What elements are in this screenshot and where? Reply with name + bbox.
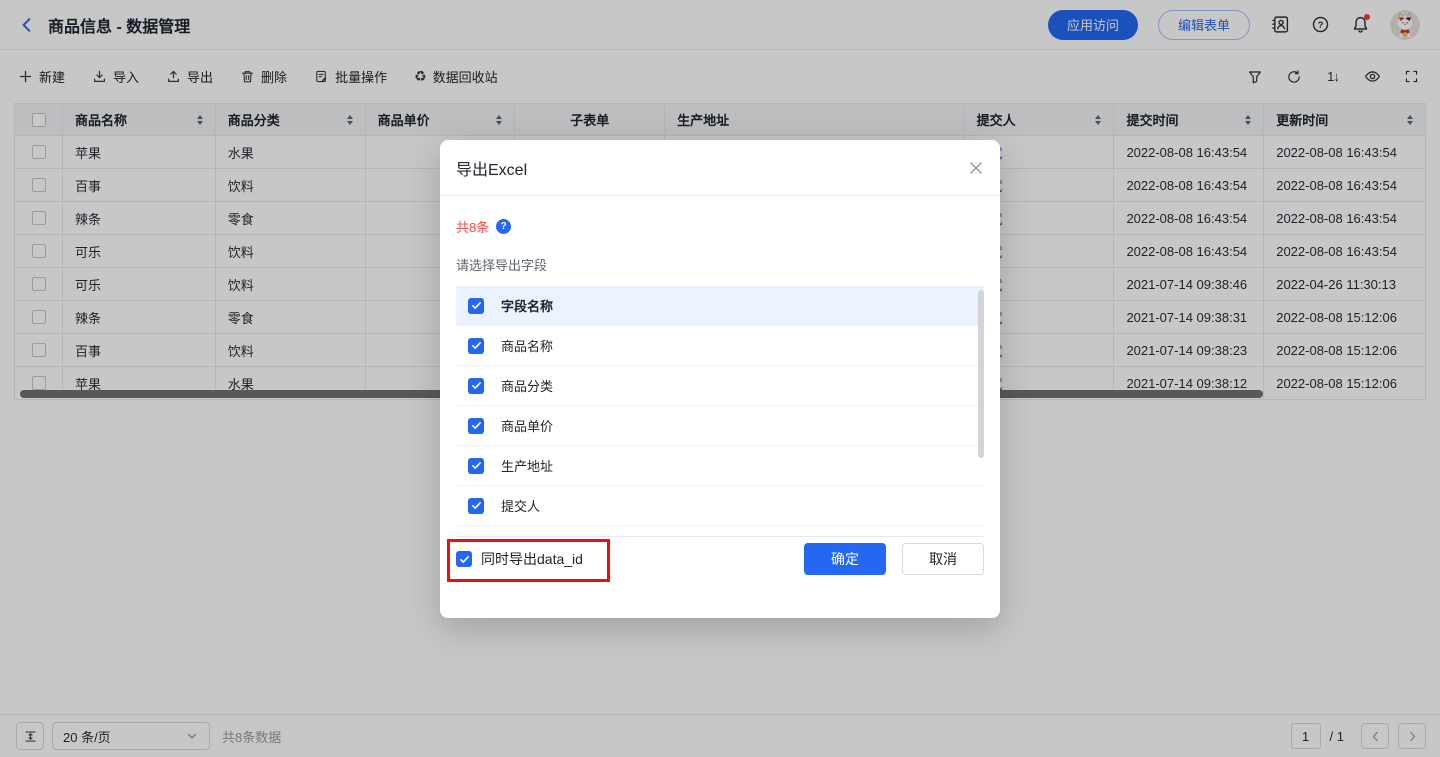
check-icon — [471, 420, 482, 431]
export-data-id-label: 同时导出data_id — [481, 549, 583, 569]
field-label: 商品单价 — [501, 416, 553, 435]
field-label: 商品分类 — [501, 376, 553, 395]
field-label: 生产地址 — [501, 456, 553, 475]
field-label: 商品名称 — [501, 336, 553, 355]
modal-header: 导出Excel — [440, 140, 1000, 196]
cancel-button[interactable]: 取消 — [902, 543, 984, 575]
field-checkbox[interactable] — [468, 338, 484, 354]
check-icon — [471, 380, 482, 391]
modal-title: 导出Excel — [456, 156, 527, 180]
question-circle-icon[interactable]: ? — [496, 219, 511, 234]
check-icon — [471, 340, 482, 351]
export-field-row[interactable]: 生产地址 — [456, 446, 984, 486]
export-hint: 请选择导出字段 — [456, 255, 984, 274]
export-field-row[interactable]: 商品单价 — [456, 406, 984, 446]
field-label: 字段名称 — [501, 296, 553, 315]
check-icon — [471, 460, 482, 471]
export-data-id-checkbox[interactable] — [456, 551, 472, 567]
field-checkbox[interactable] — [468, 458, 484, 474]
app-window: 商品信息 - 数据管理 应用访问 编辑表单 ? — [0, 0, 1440, 757]
field-checkbox[interactable] — [468, 298, 484, 314]
modal-footer: 同时导出data_id 确定 取消 — [456, 543, 984, 575]
export-data-id-option[interactable]: 同时导出data_id — [456, 549, 583, 569]
check-icon — [471, 500, 482, 511]
field-checkbox[interactable] — [468, 418, 484, 434]
list-scrollbar[interactable] — [978, 290, 984, 458]
field-checkbox[interactable] — [468, 378, 484, 394]
field-checkbox[interactable] — [468, 498, 484, 514]
export-field-row[interactable]: 提交人 — [456, 486, 984, 526]
export-field-row[interactable]: 字段名称 — [456, 286, 984, 326]
export-field-row[interactable]: 商品名称 — [456, 326, 984, 366]
export-field-row[interactable]: 商品分类 — [456, 366, 984, 406]
export-field-list: 字段名称 商品名称 商品分类 商品单价 生产地址 提交人 — [456, 286, 984, 537]
close-icon[interactable] — [968, 160, 984, 176]
field-label: 提交人 — [501, 496, 540, 515]
check-icon — [459, 554, 470, 565]
confirm-button[interactable]: 确定 — [804, 543, 886, 575]
modal-buttons: 确定 取消 — [804, 543, 984, 575]
export-count: 共8条 — [456, 217, 489, 236]
check-icon — [471, 300, 482, 311]
export-excel-modal: 导出Excel 共8条 ? 请选择导出字段 字段名称 商品名称 商品分类 商品单… — [440, 140, 1000, 618]
export-count-row: 共8条 ? — [456, 217, 984, 236]
